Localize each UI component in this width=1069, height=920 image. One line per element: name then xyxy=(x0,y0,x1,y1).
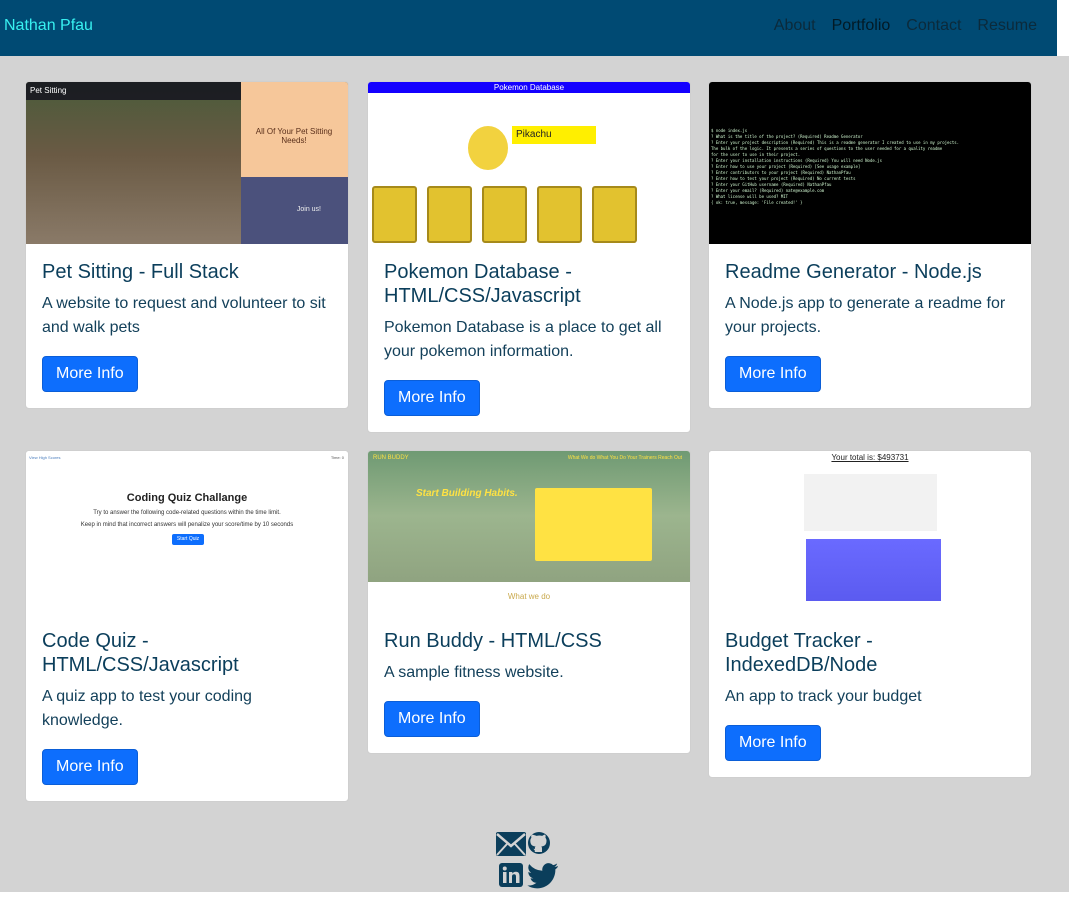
brand-link[interactable]: Nathan Pfau xyxy=(4,17,93,35)
terminal-line: ? What is the title of the project? (Req… xyxy=(711,134,863,139)
more-info-button-budget-tracker[interactable]: More Info xyxy=(725,725,821,761)
project-description: A quiz app to test your coding knowledge… xyxy=(42,688,252,729)
screenshot-card xyxy=(427,186,472,243)
project-card-pokemon-database: Pokemon Database Pikachu Pokemon Databas… xyxy=(367,81,691,433)
more-info-button-code-quiz[interactable]: More Info xyxy=(42,749,138,785)
nav-link-portfolio[interactable]: Portfolio xyxy=(832,17,891,35)
screenshot-section-title: What we do xyxy=(507,592,551,601)
screenshot-logo: RUN BUDDY xyxy=(373,455,409,461)
screenshot-pikachu-image xyxy=(468,126,508,170)
terminal-line: $ node index.js xyxy=(711,128,748,133)
screenshot-text: Keep in mind that incorrect answers will… xyxy=(80,522,294,528)
screenshot-card xyxy=(482,186,527,243)
screenshot-heading: All Of Your Pet Sitting Needs! xyxy=(255,127,333,145)
terminal-line: ? Enter contributors to your project (Re… xyxy=(711,170,851,175)
project-card-code-quiz: View High Scores Time: 0 Coding Quiz Cha… xyxy=(25,450,349,802)
nav-link-resume[interactable]: Resume xyxy=(977,17,1037,35)
screenshot-logo: Pet Sitting xyxy=(30,86,67,95)
project-card-run-buddy: RUN BUDDY What We do What You Do Your Tr… xyxy=(367,450,691,754)
terminal-line: { ok: true, message: 'File created!' } xyxy=(711,200,803,205)
more-info-button-pet-sitting[interactable]: More Info xyxy=(42,356,138,392)
portfolio-section: Pet Sitting All Of Your Pet Sitting Need… xyxy=(0,56,1069,892)
screenshot-heading: Start Building Habits. xyxy=(416,488,518,499)
more-info-button-pokemon-database[interactable]: More Info xyxy=(384,380,480,416)
project-description: Pokemon Database is a place to get all y… xyxy=(384,319,662,360)
project-title: Code Quiz - HTML/CSS/Javascript xyxy=(42,630,239,676)
screenshot-card xyxy=(372,186,417,243)
screenshot-start-button: Start Quiz xyxy=(172,534,204,545)
nav-links: About Portfolio Contact Resume xyxy=(758,17,1037,35)
screenshot-header: Pokemon Database xyxy=(368,82,690,93)
screenshot-join-panel xyxy=(241,177,348,244)
twitter-icon[interactable] xyxy=(527,863,559,894)
screenshot-signup-form xyxy=(535,488,652,561)
project-title: Run Buddy - HTML/CSS xyxy=(384,630,602,652)
screenshot-menu: What We do What You Do Your Trainers Rea… xyxy=(567,455,682,461)
screenshot-pokemon-name: Pikachu xyxy=(512,126,596,144)
linkedin-icon[interactable] xyxy=(499,863,523,892)
project-screenshot-pet-sitting: Pet Sitting All Of Your Pet Sitting Need… xyxy=(26,82,348,244)
card-body: Pet Sitting - Full Stack A website to re… xyxy=(26,244,348,408)
project-title: Readme Generator - Node.js xyxy=(725,261,982,283)
card-body: Readme Generator - Node.js A Node.js app… xyxy=(709,244,1031,408)
nav-link-about[interactable]: About xyxy=(774,17,816,35)
screenshot-heading: Coding Quiz Challange xyxy=(126,492,248,504)
project-title: Pokemon Database - HTML/CSS/Javascript xyxy=(384,261,581,307)
screenshot-chart xyxy=(806,539,941,601)
terminal-line: ? Enter your email? (Required) nate@exam… xyxy=(711,188,825,193)
terminal-line: ? Enter your GitHub username (Required) … xyxy=(711,182,832,187)
project-card-pet-sitting: Pet Sitting All Of Your Pet Sitting Need… xyxy=(25,81,349,409)
envelope-icon[interactable] xyxy=(495,831,527,862)
terminal-line: ? Enter your project description (Requir… xyxy=(711,140,960,145)
more-info-button-readme-generator[interactable]: More Info xyxy=(725,356,821,392)
screenshot-text: Try to answer the following code-related… xyxy=(93,510,281,516)
terminal-line: for the user to use in their project. xyxy=(711,152,801,157)
screenshot-transactions-table xyxy=(804,474,937,531)
project-description: A sample fitness website. xyxy=(384,664,564,681)
card-body: Run Buddy - HTML/CSS A sample fitness we… xyxy=(368,613,690,753)
nav-link-contact[interactable]: Contact xyxy=(906,17,961,35)
card-body: Code Quiz - HTML/CSS/Javascript A quiz a… xyxy=(26,613,348,801)
screenshot-timer: Time: 0 xyxy=(330,455,344,460)
card-body: Budget Tracker - IndexedDB/Node An app t… xyxy=(709,613,1031,777)
terminal-line: ? What license will be used? MIT xyxy=(711,194,789,199)
project-screenshot-pokemon-database: Pokemon Database Pikachu xyxy=(368,82,690,244)
github-icon[interactable] xyxy=(527,831,551,860)
project-card-budget-tracker: Your total is: $493731 Budget Tracker - … xyxy=(708,450,1032,778)
card-body: Pokemon Database - HTML/CSS/Javascript P… xyxy=(368,244,690,432)
screenshot-card-row xyxy=(372,186,637,243)
more-info-button-run-buddy[interactable]: More Info xyxy=(384,701,480,737)
terminal-line: The bulk of the logic. It presents a ser… xyxy=(711,146,943,151)
screenshot-high-scores-link: View High Scores xyxy=(29,455,61,460)
project-screenshot-readme-generator: $ node index.js ? What is the title of t… xyxy=(709,82,1031,244)
project-description: A website to request and volunteer to si… xyxy=(42,295,326,336)
project-card-readme-generator: $ node index.js ? What is the title of t… xyxy=(708,81,1032,409)
screenshot-card xyxy=(537,186,582,243)
screenshot-total: Your total is: $493731 xyxy=(831,453,909,462)
project-screenshot-budget-tracker: Your total is: $493731 xyxy=(709,451,1031,613)
project-screenshot-code-quiz: View High Scores Time: 0 Coding Quiz Cha… xyxy=(26,451,348,613)
terminal-line: ? Enter your installation instructions (… xyxy=(711,158,882,163)
screenshot-card xyxy=(592,186,637,243)
terminal-line: ? Enter how to use your project (Require… xyxy=(711,164,861,169)
screenshot-cta: Join us! xyxy=(296,206,321,213)
project-description: A Node.js app to generate a readme for y… xyxy=(725,295,1006,336)
project-screenshot-run-buddy: RUN BUDDY What We do What You Do Your Tr… xyxy=(368,451,690,613)
top-navbar: Nathan Pfau About Portfolio Contact Resu… xyxy=(0,0,1057,56)
project-title: Pet Sitting - Full Stack xyxy=(42,261,239,283)
project-title: Budget Tracker - IndexedDB/Node xyxy=(725,630,878,676)
terminal-line: ? Enter how to test your project (Requir… xyxy=(711,176,856,181)
project-description: An app to track your budget xyxy=(725,688,922,705)
